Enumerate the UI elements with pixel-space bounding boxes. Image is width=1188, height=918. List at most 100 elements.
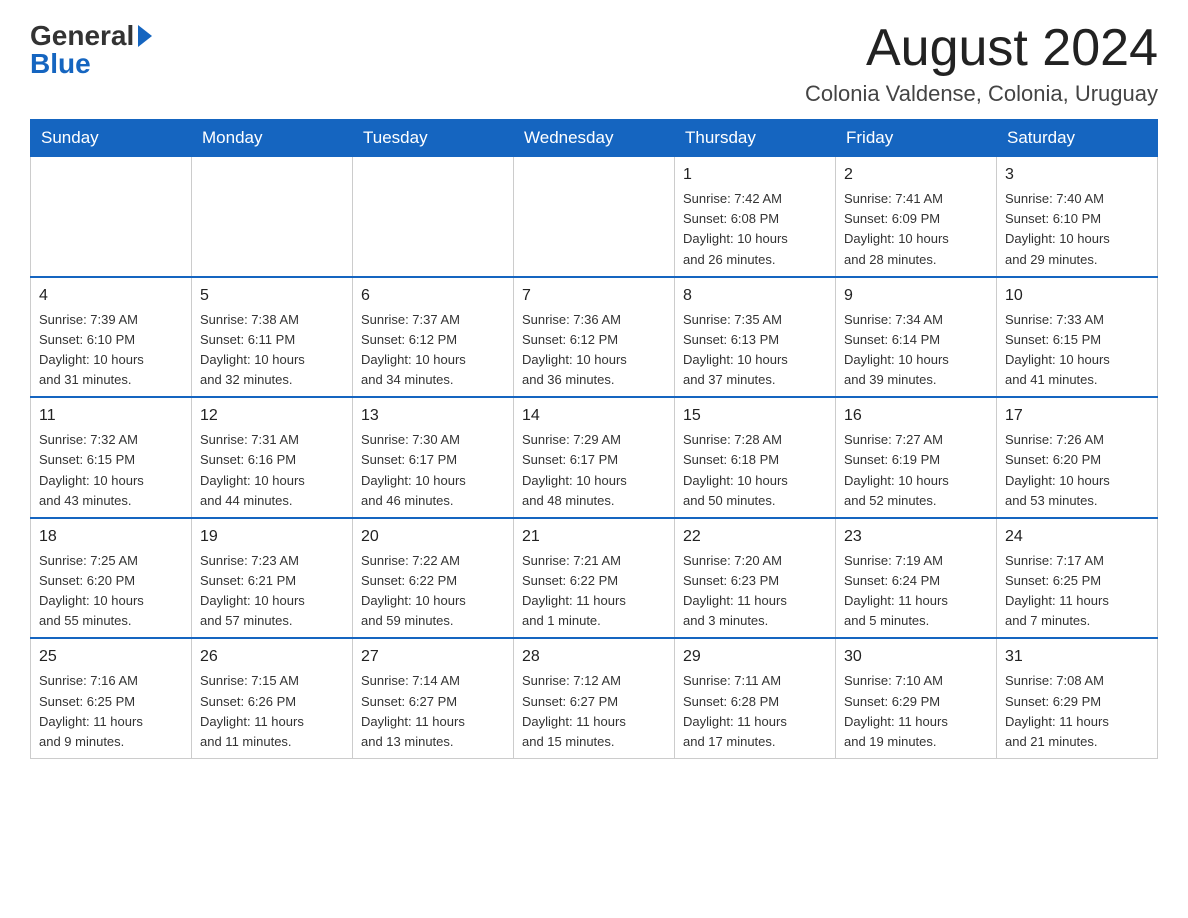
header-sunday: Sunday <box>31 120 192 157</box>
table-row: 31Sunrise: 7:08 AMSunset: 6:29 PMDayligh… <box>997 638 1158 758</box>
day-number: 30 <box>844 645 988 669</box>
day-info: Sunrise: 7:15 AMSunset: 6:26 PMDaylight:… <box>200 671 344 752</box>
day-number: 5 <box>200 284 344 308</box>
calendar-header-row: Sunday Monday Tuesday Wednesday Thursday… <box>31 120 1158 157</box>
day-info: Sunrise: 7:22 AMSunset: 6:22 PMDaylight:… <box>361 551 505 632</box>
table-row: 7Sunrise: 7:36 AMSunset: 6:12 PMDaylight… <box>514 277 675 398</box>
day-number: 13 <box>361 404 505 428</box>
day-info: Sunrise: 7:40 AMSunset: 6:10 PMDaylight:… <box>1005 189 1149 270</box>
table-row: 15Sunrise: 7:28 AMSunset: 6:18 PMDayligh… <box>675 397 836 518</box>
day-info: Sunrise: 7:25 AMSunset: 6:20 PMDaylight:… <box>39 551 183 632</box>
day-number: 25 <box>39 645 183 669</box>
day-info: Sunrise: 7:19 AMSunset: 6:24 PMDaylight:… <box>844 551 988 632</box>
day-number: 11 <box>39 404 183 428</box>
day-info: Sunrise: 7:32 AMSunset: 6:15 PMDaylight:… <box>39 430 183 511</box>
table-row: 20Sunrise: 7:22 AMSunset: 6:22 PMDayligh… <box>353 518 514 639</box>
day-number: 8 <box>683 284 827 308</box>
logo-blue-text: Blue <box>30 48 91 80</box>
day-info: Sunrise: 7:31 AMSunset: 6:16 PMDaylight:… <box>200 430 344 511</box>
calendar-week-row: 1Sunrise: 7:42 AMSunset: 6:08 PMDaylight… <box>31 157 1158 277</box>
day-number: 19 <box>200 525 344 549</box>
title-area: August 2024 Colonia Valdense, Colonia, U… <box>805 20 1158 107</box>
calendar-week-row: 11Sunrise: 7:32 AMSunset: 6:15 PMDayligh… <box>31 397 1158 518</box>
day-number: 28 <box>522 645 666 669</box>
table-row: 3Sunrise: 7:40 AMSunset: 6:10 PMDaylight… <box>997 157 1158 277</box>
day-number: 12 <box>200 404 344 428</box>
day-number: 4 <box>39 284 183 308</box>
day-info: Sunrise: 7:23 AMSunset: 6:21 PMDaylight:… <box>200 551 344 632</box>
day-number: 26 <box>200 645 344 669</box>
table-row: 27Sunrise: 7:14 AMSunset: 6:27 PMDayligh… <box>353 638 514 758</box>
day-info: Sunrise: 7:41 AMSunset: 6:09 PMDaylight:… <box>844 189 988 270</box>
table-row: 21Sunrise: 7:21 AMSunset: 6:22 PMDayligh… <box>514 518 675 639</box>
day-info: Sunrise: 7:35 AMSunset: 6:13 PMDaylight:… <box>683 310 827 391</box>
table-row: 10Sunrise: 7:33 AMSunset: 6:15 PMDayligh… <box>997 277 1158 398</box>
table-row <box>353 157 514 277</box>
day-number: 17 <box>1005 404 1149 428</box>
table-row: 11Sunrise: 7:32 AMSunset: 6:15 PMDayligh… <box>31 397 192 518</box>
table-row: 4Sunrise: 7:39 AMSunset: 6:10 PMDaylight… <box>31 277 192 398</box>
day-number: 23 <box>844 525 988 549</box>
day-number: 22 <box>683 525 827 549</box>
day-info: Sunrise: 7:14 AMSunset: 6:27 PMDaylight:… <box>361 671 505 752</box>
day-number: 2 <box>844 163 988 187</box>
table-row: 24Sunrise: 7:17 AMSunset: 6:25 PMDayligh… <box>997 518 1158 639</box>
day-info: Sunrise: 7:39 AMSunset: 6:10 PMDaylight:… <box>39 310 183 391</box>
day-info: Sunrise: 7:33 AMSunset: 6:15 PMDaylight:… <box>1005 310 1149 391</box>
logo: General Blue <box>30 20 152 80</box>
day-info: Sunrise: 7:12 AMSunset: 6:27 PMDaylight:… <box>522 671 666 752</box>
table-row: 17Sunrise: 7:26 AMSunset: 6:20 PMDayligh… <box>997 397 1158 518</box>
table-row: 12Sunrise: 7:31 AMSunset: 6:16 PMDayligh… <box>192 397 353 518</box>
day-info: Sunrise: 7:36 AMSunset: 6:12 PMDaylight:… <box>522 310 666 391</box>
day-number: 27 <box>361 645 505 669</box>
day-number: 31 <box>1005 645 1149 669</box>
table-row: 14Sunrise: 7:29 AMSunset: 6:17 PMDayligh… <box>514 397 675 518</box>
table-row: 8Sunrise: 7:35 AMSunset: 6:13 PMDaylight… <box>675 277 836 398</box>
day-info: Sunrise: 7:29 AMSunset: 6:17 PMDaylight:… <box>522 430 666 511</box>
table-row: 16Sunrise: 7:27 AMSunset: 6:19 PMDayligh… <box>836 397 997 518</box>
day-number: 14 <box>522 404 666 428</box>
day-info: Sunrise: 7:27 AMSunset: 6:19 PMDaylight:… <box>844 430 988 511</box>
day-info: Sunrise: 7:08 AMSunset: 6:29 PMDaylight:… <box>1005 671 1149 752</box>
table-row: 13Sunrise: 7:30 AMSunset: 6:17 PMDayligh… <box>353 397 514 518</box>
table-row <box>31 157 192 277</box>
day-number: 15 <box>683 404 827 428</box>
header-friday: Friday <box>836 120 997 157</box>
table-row: 28Sunrise: 7:12 AMSunset: 6:27 PMDayligh… <box>514 638 675 758</box>
day-number: 21 <box>522 525 666 549</box>
table-row <box>192 157 353 277</box>
day-info: Sunrise: 7:21 AMSunset: 6:22 PMDaylight:… <box>522 551 666 632</box>
day-number: 7 <box>522 284 666 308</box>
table-row: 9Sunrise: 7:34 AMSunset: 6:14 PMDaylight… <box>836 277 997 398</box>
day-info: Sunrise: 7:42 AMSunset: 6:08 PMDaylight:… <box>683 189 827 270</box>
table-row: 18Sunrise: 7:25 AMSunset: 6:20 PMDayligh… <box>31 518 192 639</box>
table-row: 6Sunrise: 7:37 AMSunset: 6:12 PMDaylight… <box>353 277 514 398</box>
logo-chevron-icon <box>138 25 152 47</box>
table-row: 19Sunrise: 7:23 AMSunset: 6:21 PMDayligh… <box>192 518 353 639</box>
table-row <box>514 157 675 277</box>
table-row: 30Sunrise: 7:10 AMSunset: 6:29 PMDayligh… <box>836 638 997 758</box>
table-row: 5Sunrise: 7:38 AMSunset: 6:11 PMDaylight… <box>192 277 353 398</box>
day-info: Sunrise: 7:10 AMSunset: 6:29 PMDaylight:… <box>844 671 988 752</box>
header-wednesday: Wednesday <box>514 120 675 157</box>
calendar-week-row: 18Sunrise: 7:25 AMSunset: 6:20 PMDayligh… <box>31 518 1158 639</box>
calendar-week-row: 4Sunrise: 7:39 AMSunset: 6:10 PMDaylight… <box>31 277 1158 398</box>
calendar-table: Sunday Monday Tuesday Wednesday Thursday… <box>30 119 1158 759</box>
header-saturday: Saturday <box>997 120 1158 157</box>
day-info: Sunrise: 7:20 AMSunset: 6:23 PMDaylight:… <box>683 551 827 632</box>
header-thursday: Thursday <box>675 120 836 157</box>
location-title: Colonia Valdense, Colonia, Uruguay <box>805 81 1158 107</box>
day-number: 1 <box>683 163 827 187</box>
calendar-week-row: 25Sunrise: 7:16 AMSunset: 6:25 PMDayligh… <box>31 638 1158 758</box>
day-info: Sunrise: 7:34 AMSunset: 6:14 PMDaylight:… <box>844 310 988 391</box>
day-number: 24 <box>1005 525 1149 549</box>
page-header: General Blue August 2024 Colonia Valdens… <box>30 20 1158 107</box>
day-info: Sunrise: 7:30 AMSunset: 6:17 PMDaylight:… <box>361 430 505 511</box>
day-number: 16 <box>844 404 988 428</box>
table-row: 23Sunrise: 7:19 AMSunset: 6:24 PMDayligh… <box>836 518 997 639</box>
day-info: Sunrise: 7:11 AMSunset: 6:28 PMDaylight:… <box>683 671 827 752</box>
day-info: Sunrise: 7:17 AMSunset: 6:25 PMDaylight:… <box>1005 551 1149 632</box>
day-number: 18 <box>39 525 183 549</box>
day-info: Sunrise: 7:38 AMSunset: 6:11 PMDaylight:… <box>200 310 344 391</box>
header-monday: Monday <box>192 120 353 157</box>
